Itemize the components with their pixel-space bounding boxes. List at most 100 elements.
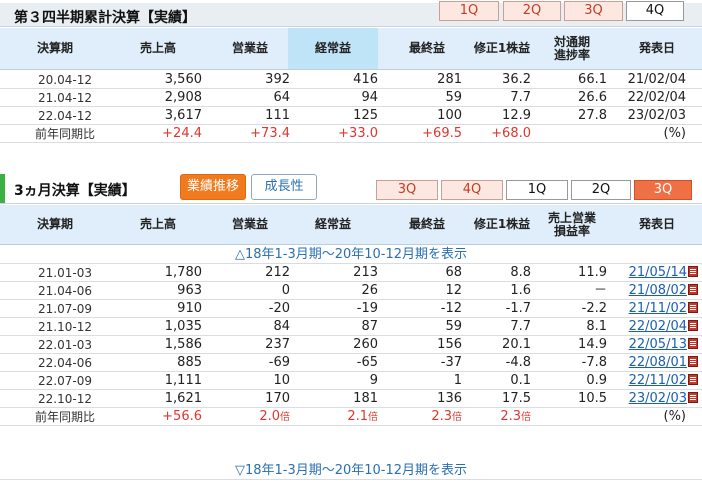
- col-ordinary: 経常益: [314, 217, 351, 231]
- times-unit: 倍: [521, 412, 531, 423]
- tab-2q[interactable]: 2Q: [503, 1, 561, 21]
- tab-q-2q[interactable]: 2Q: [571, 180, 631, 200]
- ytd-table-row: 21.04-12 2,908 64 94 59 7.7 26.6 22/02/04: [0, 89, 702, 107]
- pdf-icon[interactable]: [688, 266, 698, 277]
- pdf-icon[interactable]: [688, 392, 698, 403]
- cell-yoy-label: 前年同期比: [34, 410, 95, 424]
- cell-sales: 1,035: [164, 319, 202, 334]
- announcement-date-link[interactable]: 21/11/02: [629, 301, 687, 316]
- yoy-value: 2.3: [431, 409, 452, 424]
- announcement-date-link[interactable]: 22/08/01: [629, 355, 687, 370]
- pdf-icon[interactable]: [688, 374, 698, 385]
- quarterly-table-row: 22.01-03 1,586 237 260 156 20.1 14.9 22/05/13: [0, 336, 702, 354]
- cell-net: 1: [453, 373, 462, 388]
- cell-date: 22/02/04: [627, 90, 686, 105]
- pdf-icon[interactable]: [688, 356, 698, 367]
- col-eps: 修正1株益: [473, 217, 531, 231]
- cell-ordinary: 26: [361, 283, 378, 298]
- cell-period: 21.07-09: [38, 302, 92, 316]
- cell-operating: 0: [281, 283, 290, 298]
- section-ytd-title: 第３四半期累計決算【実績】: [14, 10, 196, 26]
- tab-3q[interactable]: 3Q: [564, 1, 623, 21]
- announcement-date-link[interactable]: 21/05/14: [629, 265, 687, 280]
- cell-sales: 885: [177, 355, 202, 370]
- cell-date: 23/02/03: [627, 108, 686, 123]
- cell-progress: 66.1: [578, 72, 607, 87]
- cell-progress: 27.8: [578, 108, 607, 123]
- col-ordinary: 経常益: [288, 28, 378, 69]
- yoy-value: 2.1: [347, 409, 368, 424]
- cell-period: 22.07-09: [38, 374, 92, 388]
- pdf-icon[interactable]: [688, 338, 698, 349]
- cell-ordinary: 416: [353, 72, 378, 87]
- cell-eps: 1.6: [510, 283, 531, 298]
- section-accent-bar: [0, 174, 5, 203]
- announcement-date-link[interactable]: 22/11/02: [629, 373, 687, 388]
- tab-4q[interactable]: 4Q: [626, 1, 684, 21]
- cell-operating: 212: [265, 265, 290, 280]
- show-older-link-top[interactable]: △18年1-3月期～20年10-12月期を表示: [0, 246, 702, 264]
- cell-ordinary: 87: [361, 319, 378, 334]
- cell-eps: -4.8: [505, 355, 531, 370]
- quarterly-table-row: 22.10-12 1,621 170 181 136 17.5 10.5 23/02/03: [0, 390, 702, 408]
- times-unit: 倍: [452, 412, 462, 423]
- times-unit: 倍: [280, 412, 290, 423]
- tab-q-4q[interactable]: 4Q: [441, 180, 503, 200]
- pdf-icon[interactable]: [688, 302, 698, 313]
- cell-margin: -7.8: [581, 355, 607, 370]
- cell-date: 21/02/04: [627, 72, 686, 87]
- cell-eps: 20.1: [502, 337, 531, 352]
- cell-date: 22/08/01: [610, 354, 698, 372]
- cell-ordinary: -65: [356, 355, 378, 370]
- cell-date: 23/02/03: [610, 390, 698, 408]
- tab-q-3q[interactable]: 3Q: [634, 180, 692, 200]
- cell-net: 136: [437, 391, 462, 406]
- pdf-icon[interactable]: [688, 320, 698, 331]
- cell-operating: 237: [265, 337, 290, 352]
- quarterly-column-header: 決算期 売上高 営業益 経常益 最終益 修正1株益 売上営業 損益率 発表日: [0, 205, 702, 245]
- cell-margin: 8.1: [586, 319, 607, 334]
- cell-period: 22.10-12: [38, 392, 92, 406]
- col-period: 決算期: [36, 217, 73, 231]
- trend-button[interactable]: 業績推移: [180, 174, 246, 200]
- cell-date: 21/05/14: [610, 264, 698, 282]
- cell-yoy-unit: (%): [663, 126, 687, 141]
- cell-date: 21/11/02: [610, 300, 698, 318]
- cell-sales: 3,617: [164, 108, 202, 123]
- cell-eps: 17.5: [502, 391, 531, 406]
- tab-1q[interactable]: 1Q: [439, 1, 499, 21]
- growth-button[interactable]: 成長性: [251, 174, 317, 200]
- cell-sales: 1,621: [164, 391, 202, 406]
- tab-q-1q[interactable]: 1Q: [506, 180, 568, 200]
- cell-sales: 1,586: [164, 337, 202, 352]
- cell-eps: 8.8: [510, 265, 531, 280]
- col-sales: 売上高: [139, 41, 176, 55]
- cell-operating: -20: [268, 301, 290, 316]
- col-period: 決算期: [36, 41, 73, 55]
- pdf-icon[interactable]: [688, 284, 698, 295]
- ytd-yoy-row: 前年同期比 +24.4 +73.4 +33.0 +69.5 +68.0 (%): [0, 125, 702, 143]
- cell-period: 22.04-12: [38, 109, 92, 123]
- announcement-date-link[interactable]: 23/02/03: [629, 391, 687, 406]
- cell-yoy-operating: +73.4: [250, 126, 290, 141]
- cell-net: 281: [437, 72, 462, 87]
- quarterly-table-row: 22.07-09 1,111 10 9 1 0.1 0.9 22/11/02: [0, 372, 702, 390]
- yoy-value: 2.0: [259, 409, 280, 424]
- cell-yoy-ordinary: +33.0: [338, 126, 378, 141]
- cell-sales: 1,111: [164, 373, 202, 388]
- cell-sales: 2,908: [164, 90, 202, 105]
- cell-operating: 64: [273, 90, 290, 105]
- announcement-date-link[interactable]: 22/02/04: [629, 319, 687, 334]
- cell-date: 22/05/13: [610, 336, 698, 354]
- cell-yoy-operating: 2.0倍: [210, 408, 290, 426]
- announcement-date-link[interactable]: 22/05/13: [629, 337, 687, 352]
- tab-q-3q-prev[interactable]: 3Q: [376, 180, 438, 200]
- quarterly-table-row: 21.07-09 910 -20 -19 -12 -1.7 -2.2 21/11/02: [0, 300, 702, 318]
- cell-yoy-net: +69.5: [422, 126, 462, 141]
- announcement-date-link[interactable]: 21/08/02: [629, 283, 687, 298]
- col-margin: 売上営業 損益率: [547, 210, 596, 238]
- cell-operating: -69: [268, 355, 290, 370]
- ytd-table-row: 22.04-12 3,617 111 125 100 12.9 27.8 23/02/03: [0, 107, 702, 125]
- show-older-link-bottom[interactable]: ▽18年1-3月期～20年10-12月期を表示: [0, 462, 702, 480]
- cell-date: 22/11/02: [610, 372, 698, 390]
